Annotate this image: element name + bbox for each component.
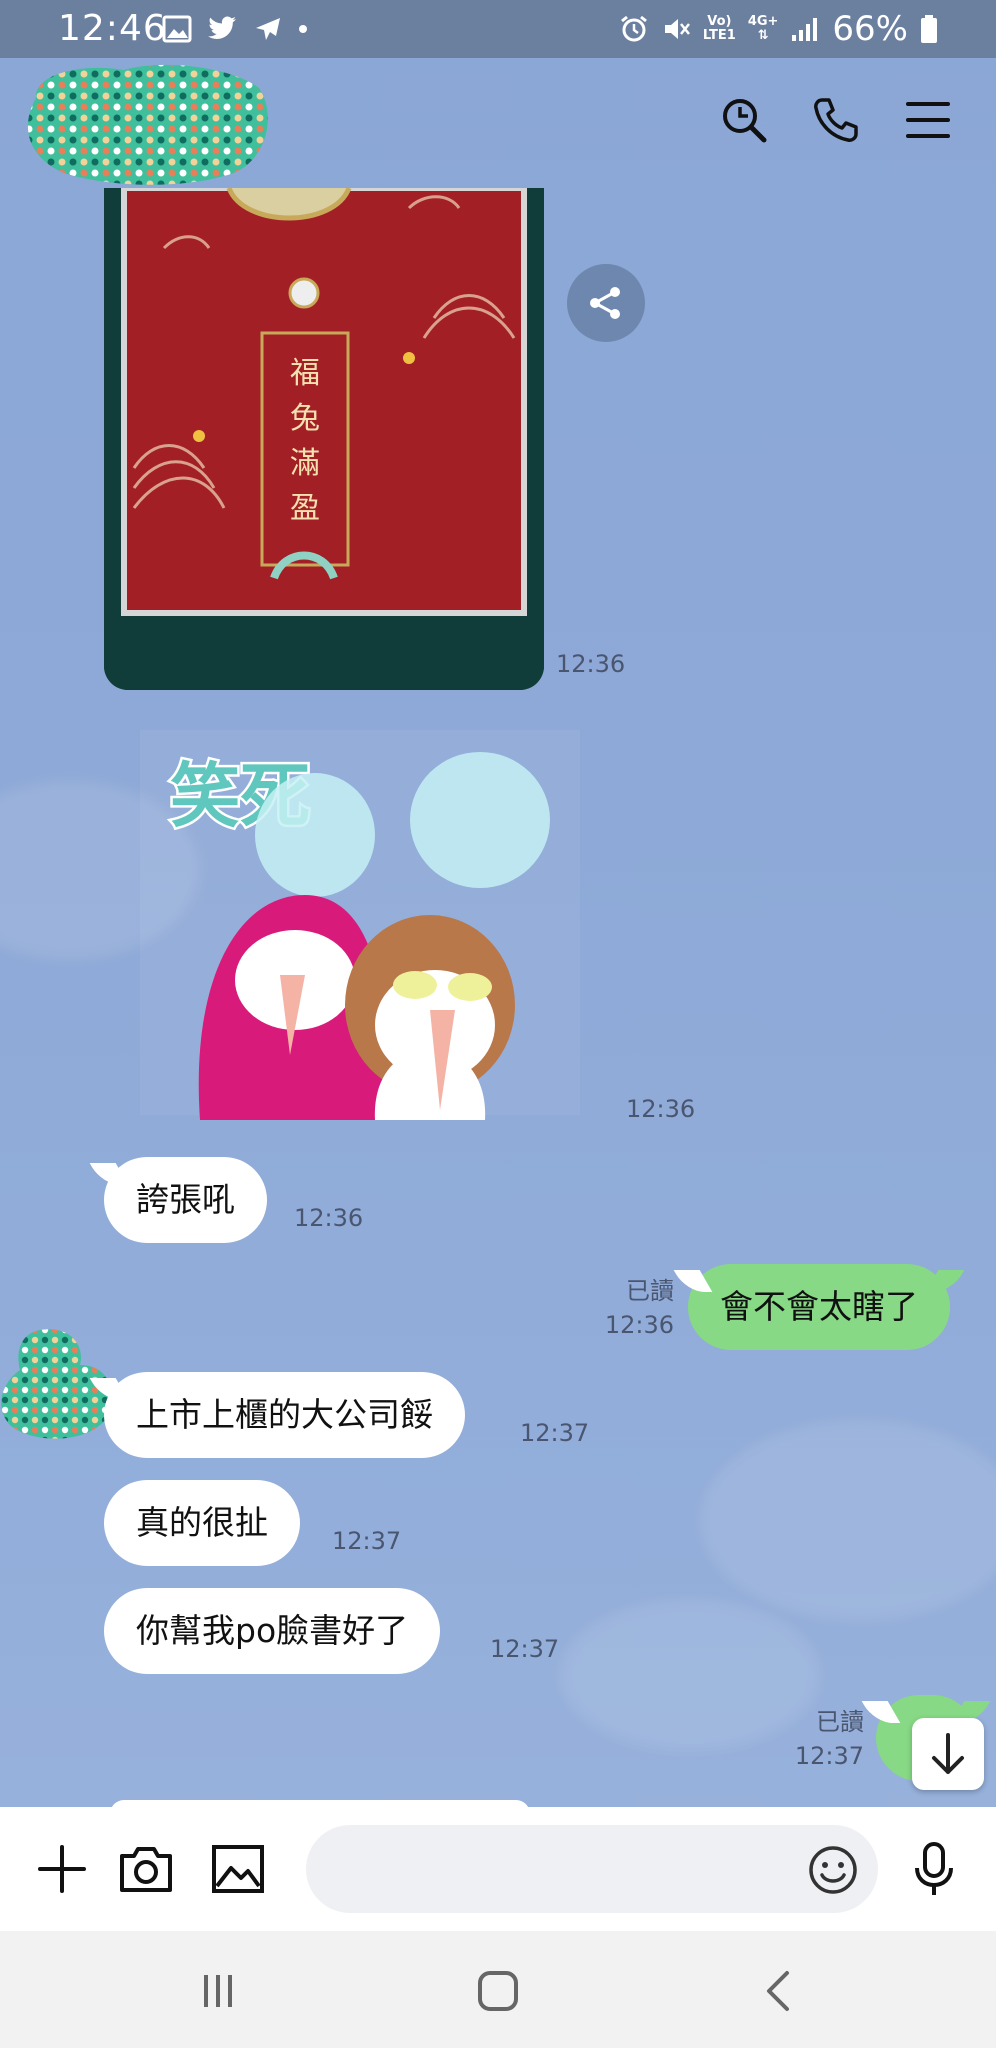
network-type-indicator: 4G+ ⇅ <box>748 15 779 43</box>
message-input-bar <box>0 1807 996 1931</box>
home-button[interactable] <box>468 1961 528 2021</box>
message-time: 12:37 <box>332 1527 402 1555</box>
battery-icon <box>921 15 937 43</box>
plus-icon <box>38 1845 86 1893</box>
message-time: 12:36 <box>294 1204 364 1232</box>
received-message-bubble[interactable]: 真的很扯 <box>104 1480 300 1566</box>
received-message-bubble[interactable]: 上市上櫃的大公司餒 <box>104 1372 465 1458</box>
read-label: 已讀 <box>816 1708 864 1736</box>
sticker-message[interactable]: 笑死 <box>130 725 590 1120</box>
chat-screen: 12:46 Vo) LTE1 4G+ ⇅ 66% 福 兔 滿 盈 12:36 笑… <box>0 0 996 2048</box>
lte-label: LTE1 <box>702 28 736 43</box>
message-time: 12:37 <box>794 1742 864 1770</box>
emoji-icon <box>809 1846 857 1894</box>
chat-header <box>0 58 996 188</box>
battery-percent: 66% <box>832 9 908 49</box>
gallery-button[interactable] <box>206 1837 270 1901</box>
status-bar: 12:46 Vo) LTE1 4G+ ⇅ 66% <box>0 0 996 58</box>
envelope-text-1: 福 <box>290 356 320 391</box>
background-cloud <box>700 1420 996 1620</box>
network-type-label: 4G+ <box>747 14 779 29</box>
envelope-text-3: 滿 <box>290 446 320 481</box>
red-envelope-photo: 福 兔 滿 盈 <box>104 188 544 690</box>
share-icon <box>590 287 620 319</box>
notification-icons <box>162 10 310 48</box>
background-cloud <box>560 1600 820 1750</box>
twitter-notification-icon <box>208 16 236 39</box>
image-message[interactable]: 福 兔 滿 盈 <box>104 188 544 690</box>
camera-icon <box>120 1847 172 1892</box>
volte-indicator: Vo) LTE1 <box>703 15 736 43</box>
emoji-button[interactable] <box>804 1841 862 1899</box>
read-receipt: 已讀 12:36 <box>600 1274 674 1342</box>
mute-icon <box>664 19 690 39</box>
alarm-icon <box>620 15 647 42</box>
phone-icon <box>814 98 858 142</box>
image-icon <box>212 1845 264 1893</box>
message-time: 12:36 <box>556 650 626 678</box>
scroll-to-bottom-button[interactable] <box>912 1718 984 1790</box>
message-time: 12:36 <box>604 1311 674 1339</box>
received-message-bubble[interactable]: 誇張吼 <box>104 1157 267 1243</box>
dot-notification-icon <box>299 25 307 33</box>
message-time: 12:37 <box>490 1635 560 1663</box>
system-icons: Vo) LTE1 4G+ ⇅ 66% <box>619 9 938 49</box>
envelope-text-4: 盈 <box>290 491 320 526</box>
message-time: 12:37 <box>520 1419 590 1447</box>
recent-apps-button[interactable] <box>188 1961 248 2021</box>
status-time: 12:46 <box>58 8 167 49</box>
menu-button[interactable] <box>896 88 960 152</box>
sent-message-bubble[interactable]: 會不會太瞎了 <box>688 1264 950 1350</box>
recent-apps-icon <box>204 1975 232 2007</box>
mic-icon <box>915 1842 953 1895</box>
add-button[interactable] <box>30 1837 94 1901</box>
share-button[interactable] <box>567 264 645 342</box>
arrow-down-icon <box>932 1733 964 1774</box>
data-arrows-icon: ⇅ <box>757 28 769 43</box>
message-time: 12:36 <box>626 1095 696 1123</box>
search-icon <box>723 99 767 143</box>
search-button[interactable] <box>712 88 776 152</box>
voice-button[interactable] <box>902 1837 966 1901</box>
signal-icon <box>792 18 818 41</box>
back-button[interactable] <box>748 1961 808 2021</box>
received-message-bubble[interactable]: 你幫我po臉書好了 <box>104 1588 441 1674</box>
contact-avatar-redacted[interactable] <box>24 58 274 190</box>
message-input[interactable] <box>306 1825 878 1913</box>
camera-button[interactable] <box>114 1837 178 1901</box>
airplane-notification-icon <box>256 18 280 40</box>
envelope-text-2: 兔 <box>290 401 320 436</box>
back-icon <box>767 1971 789 2011</box>
read-receipt: 已讀 12:37 <box>790 1705 864 1773</box>
read-label: 已讀 <box>626 1277 674 1305</box>
call-button[interactable] <box>804 88 868 152</box>
system-navigation-bar <box>0 1931 996 2048</box>
menu-icon <box>906 102 950 138</box>
gallery-notification-icon <box>162 15 192 43</box>
home-icon <box>478 1971 518 2011</box>
volte-label: Vo) <box>707 14 732 29</box>
